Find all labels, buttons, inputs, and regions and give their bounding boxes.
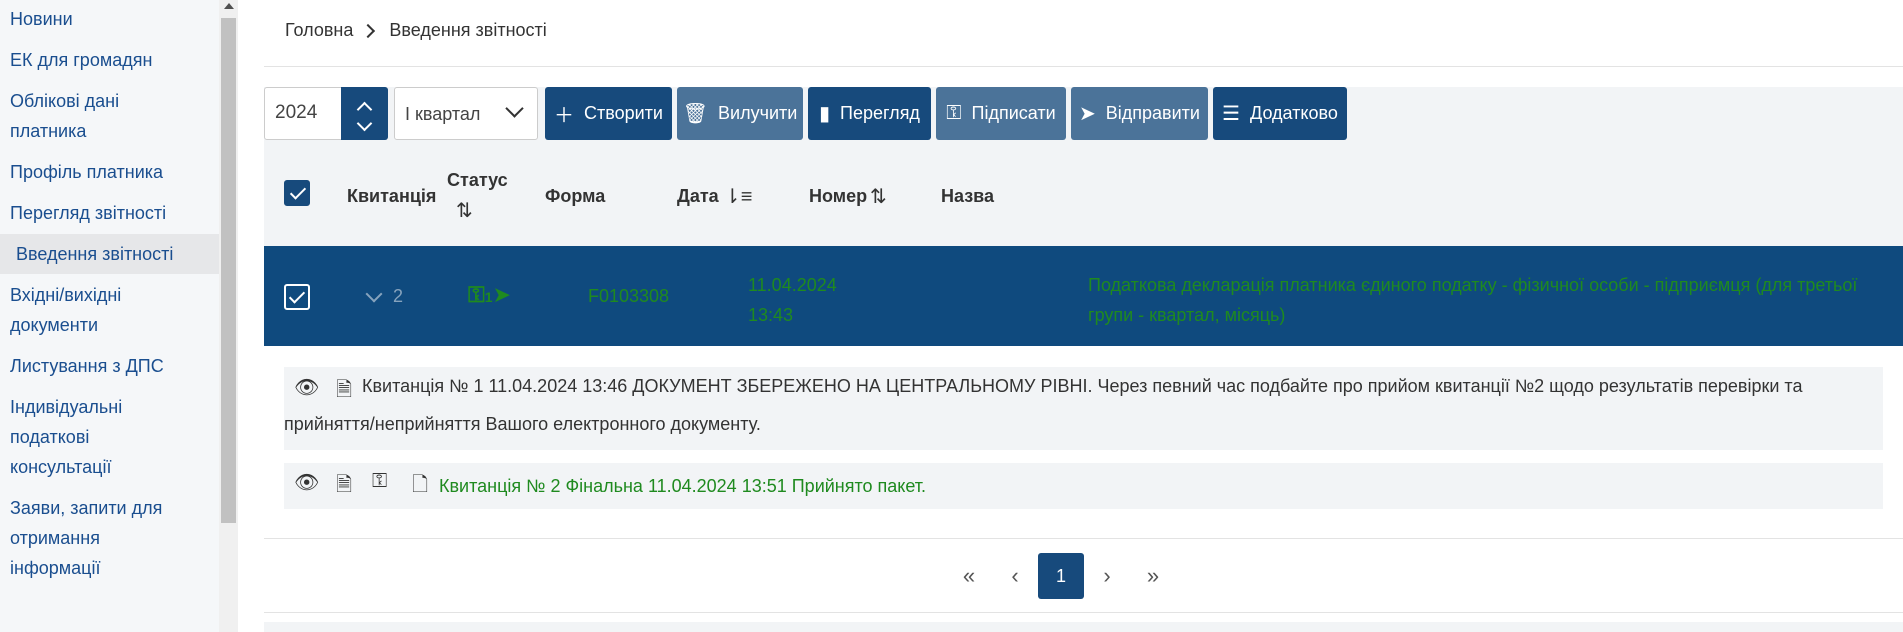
delete-button[interactable]: 🗑 Вилучити <box>677 87 803 140</box>
send-button[interactable]: ➤ Відправити <box>1071 87 1208 140</box>
divider <box>264 66 1903 67</box>
trash-icon: 🗑 <box>682 103 709 125</box>
pagination: « ‹ 1 › » <box>946 553 1176 599</box>
sidebar-item-ek[interactable]: ЕК для громадян <box>0 45 219 75</box>
delete-label: Вилучити <box>718 103 798 123</box>
list-item: 👁 🗎 ⚿ 🗋 Квитанція № 2 Фінальна 11.04.202… <box>284 463 1883 509</box>
receipt-count: 2 <box>393 286 404 306</box>
send-label: Відправити <box>1105 103 1200 123</box>
sidebar-item-consultations[interactable]: Індивідуальні податкові консультації <box>0 392 130 482</box>
row-title: Податкова декларація платника єдиного по… <box>1088 275 1858 325</box>
divider <box>264 538 1903 539</box>
breadcrumb: Головна Введення звітності <box>285 20 547 41</box>
receipt-1-text: Квитанція № 1 11.04.2024 13:46 ДОКУМЕНТ … <box>284 376 1803 434</box>
sidebar-item-documents[interactable]: Вхідні/вихідні документи <box>0 280 150 340</box>
pdf-file-icon[interactable]: 🗎 <box>336 470 352 504</box>
view-label: Перегляд <box>840 103 920 123</box>
sign-button[interactable]: ⚿ Підписати <box>936 87 1066 140</box>
header-number[interactable]: Номер <box>809 186 867 207</box>
main-content: Головна Введення звітності 2024 І кварта… <box>240 0 1903 632</box>
header-status[interactable]: Статус <box>447 170 508 191</box>
last-page-button[interactable]: » <box>1130 553 1176 599</box>
toolbar: 2024 І квартал ＋ Створити 🗑 Вилучити ▮ П… <box>264 87 1903 140</box>
chevron-down-icon[interactable] <box>365 285 383 303</box>
header-receipt[interactable]: Квитанція <box>347 186 436 207</box>
create-button[interactable]: ＋ Створити <box>545 87 672 140</box>
row-form: F0103308 <box>588 286 670 306</box>
breadcrumb-home[interactable]: Головна <box>285 20 353 41</box>
more-label: Додатково <box>1250 103 1338 123</box>
sidebar-item-correspondence[interactable]: Листування з ДПС <box>0 351 219 381</box>
sidebar-item-news[interactable]: Новини <box>0 4 219 34</box>
quarter-select[interactable]: І квартал <box>394 87 538 140</box>
header-name[interactable]: Назва <box>941 186 994 207</box>
next-page-button[interactable]: › <box>1084 553 1130 599</box>
sidebar: Новини ЕК для громадян Облікові дані пла… <box>0 0 219 632</box>
row-date-day: 11.04.2024 <box>748 275 837 295</box>
sort-desc-icon[interactable]: ⇂≡ <box>724 184 752 209</box>
divider <box>264 612 1903 613</box>
list-item: 👁 🗎 Квитанція № 1 11.04.2024 13:46 ДОКУМ… <box>284 367 1883 450</box>
page-1-button[interactable]: 1 <box>1038 553 1084 599</box>
row-date: 11.04.2024 13:43 <box>748 270 837 330</box>
paper-plane-icon: ➤ <box>1079 103 1096 125</box>
header-form[interactable]: Форма <box>545 186 605 207</box>
row-checkbox[interactable] <box>284 284 310 310</box>
first-page-button[interactable]: « <box>946 553 992 599</box>
chevron-right-icon <box>361 23 376 38</box>
sidebar-item-view-reports[interactable]: Перегляд звітності <box>0 198 219 228</box>
sort-icon[interactable]: ⇅ <box>456 198 473 223</box>
select-all-checkbox[interactable] <box>284 180 310 206</box>
view-button[interactable]: ▮ Перегляд <box>808 87 931 140</box>
plus-icon: ＋ <box>554 105 574 127</box>
sidebar-item-account-data[interactable]: Облікові дані платника <box>0 86 150 146</box>
sort-icon[interactable]: ⇅ <box>870 184 887 209</box>
status-count: 1 <box>484 289 493 305</box>
eye-icon[interactable]: 👁 <box>294 470 319 495</box>
receipt-2-text: Квитанція № 2 Фінальна 11.04.2024 13:51 … <box>439 476 927 496</box>
year-stepper[interactable] <box>341 87 388 140</box>
year-input[interactable]: 2024 <box>264 87 388 140</box>
key-send-status-icon: ⚿1➤ <box>468 282 511 307</box>
quarter-value: І квартал <box>405 104 481 124</box>
scroll-up-arrow-icon[interactable] <box>224 3 234 9</box>
footer-band <box>264 622 1903 632</box>
year-value: 2024 <box>275 102 318 123</box>
table-header: Квитанція Статус ⇅ Форма Дата ⇂≡ Номер ⇅… <box>264 140 1903 246</box>
sidebar-item-enter-reports[interactable]: Введення звітності <box>0 234 219 274</box>
create-label: Створити <box>584 103 663 123</box>
sidebar-scrollbar[interactable] <box>219 0 238 632</box>
row-date-time: 13:43 <box>748 305 794 325</box>
table-row[interactable]: 2 ⚿1➤ F0103308 11.04.2024 13:43 Податков… <box>264 246 1903 346</box>
chevron-down-icon <box>505 99 524 118</box>
list-icon: ☰ <box>1222 103 1241 125</box>
document-icon: ▮ <box>819 103 831 125</box>
key-icon: ⚿ <box>946 102 962 124</box>
sidebar-item-requests[interactable]: Заяви, запити для отримання інформації <box>0 493 200 583</box>
more-button[interactable]: ☰ Додатково <box>1213 87 1347 140</box>
prev-page-button[interactable]: ‹ <box>992 553 1038 599</box>
header-date[interactable]: Дата <box>677 186 719 207</box>
breadcrumb-current: Введення звітності <box>389 20 547 40</box>
key-icon[interactable]: ⚿ <box>372 470 387 493</box>
document-icon[interactable]: 🗋 <box>412 470 428 504</box>
scroll-thumb[interactable] <box>221 18 236 523</box>
sidebar-item-profile[interactable]: Профіль платника <box>0 157 219 187</box>
chevron-down-icon[interactable] <box>356 115 373 132</box>
sign-label: Підписати <box>971 103 1056 123</box>
